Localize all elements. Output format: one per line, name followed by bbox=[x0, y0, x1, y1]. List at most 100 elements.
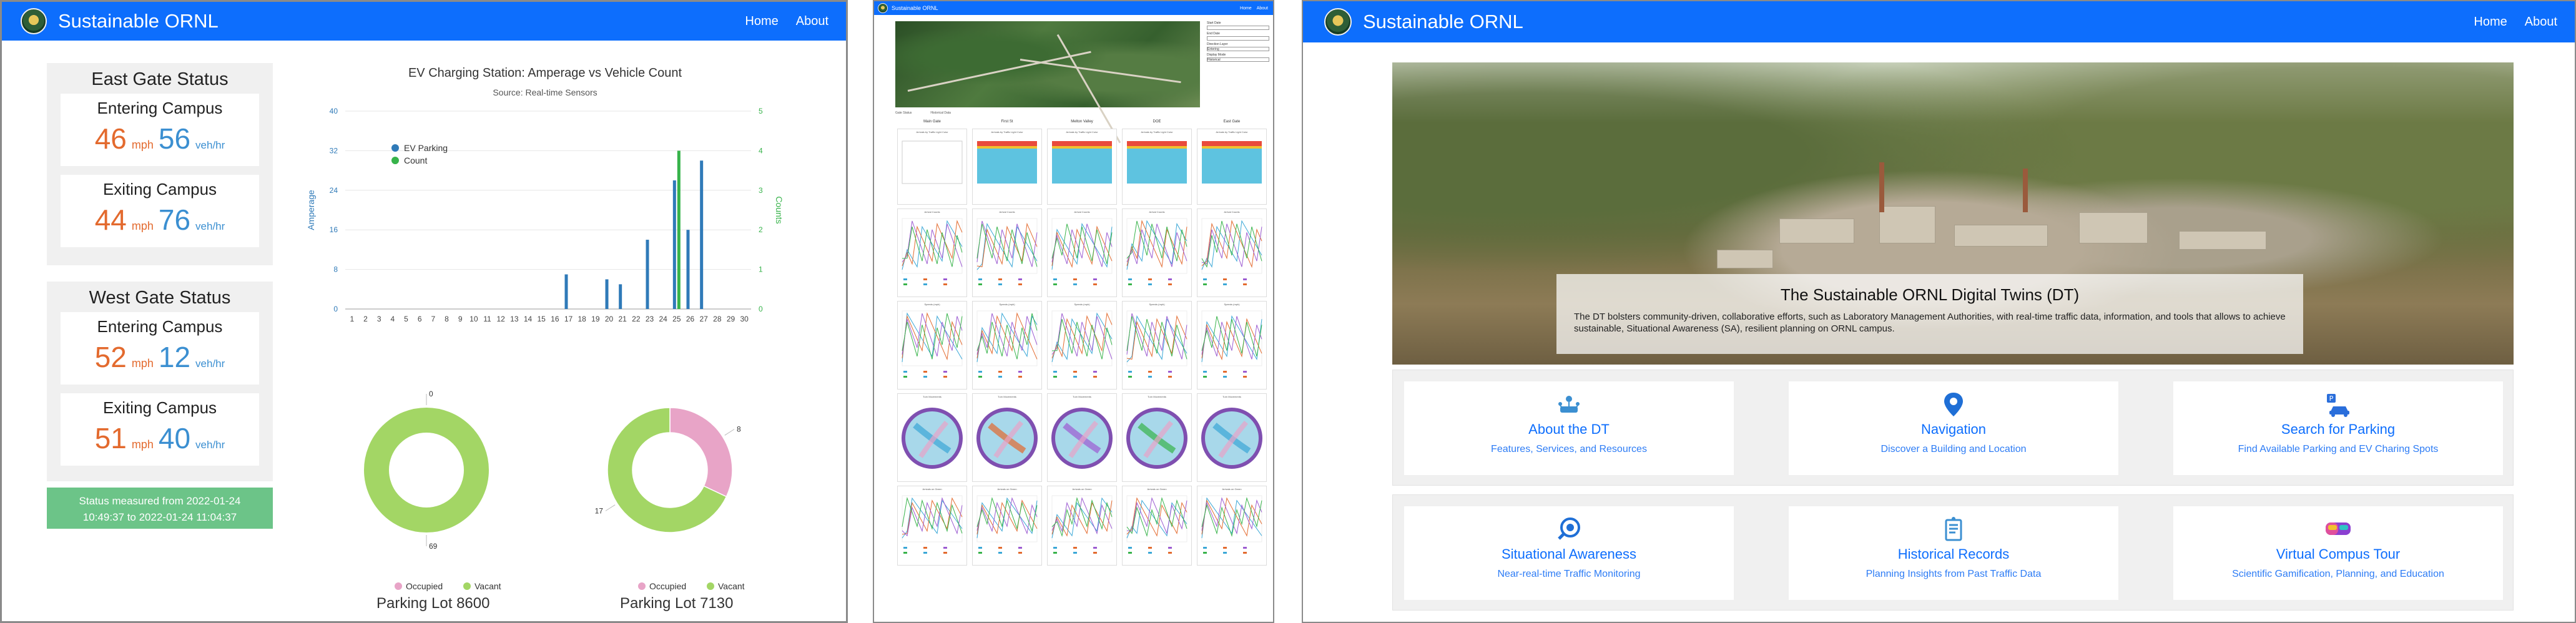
area-red bbox=[977, 141, 1037, 146]
mini-chart-title: Arrival Counts bbox=[924, 210, 940, 213]
east-entering-card: Entering Campus 46 mph 56 veh/hr bbox=[61, 94, 259, 166]
speed-value: 46 bbox=[94, 122, 127, 155]
nav-about-link[interactable]: About bbox=[2525, 15, 2557, 29]
mini-chart-title: Arrival Counts bbox=[1149, 210, 1165, 213]
doe-logo[interactable] bbox=[878, 3, 888, 13]
x-tick-label: 8 bbox=[445, 315, 449, 323]
start-date-label: Start Date bbox=[1207, 21, 1221, 25]
home-page-window: Sustainable ORNL Home About The Sustaina… bbox=[1302, 0, 2576, 623]
display-mode-select[interactable]: Historical bbox=[1207, 57, 1269, 62]
mini-chart: Arrivals on Green bbox=[897, 486, 967, 566]
x-tick-label: 28 bbox=[713, 315, 722, 323]
network-icon bbox=[1558, 396, 1580, 413]
legend-swatch bbox=[1128, 376, 1132, 378]
legend-swatch bbox=[903, 547, 907, 549]
tile-subtitle: Planning Insights from Past Traffic Data bbox=[1866, 569, 2042, 579]
x-tick-label: 2 bbox=[363, 315, 368, 323]
mini-chart-plot bbox=[902, 310, 963, 378]
start-date-input[interactable] bbox=[1207, 26, 1269, 30]
mini-chart-title: Turn Movements bbox=[923, 395, 941, 398]
status-line-1: Status measured from 2022-01-24 bbox=[79, 495, 241, 507]
legend-swatch bbox=[1223, 552, 1227, 554]
legend-swatch bbox=[1203, 371, 1207, 373]
mini-chart-plot bbox=[1201, 310, 1262, 378]
x-tick-label: 7 bbox=[431, 315, 435, 323]
x-tick-label: 15 bbox=[537, 315, 546, 323]
mini-chart-plot bbox=[1051, 218, 1113, 285]
x-tick-label: 29 bbox=[727, 315, 735, 323]
tile-title: Search for Parking bbox=[2281, 421, 2396, 437]
nav-home-link[interactable]: Home bbox=[1240, 6, 1252, 11]
direction-select[interactable]: Entering bbox=[1207, 47, 1269, 51]
satellite-map[interactable] bbox=[895, 21, 1200, 144]
tile-situational-awareness[interactable]: Situational Awareness Near-real-time Tra… bbox=[1404, 506, 1734, 600]
legend-swatch bbox=[1128, 371, 1132, 373]
legend-marker bbox=[395, 582, 402, 590]
mini-chart-plot bbox=[976, 218, 1038, 285]
tile-title: Virtual Compus Tour bbox=[2276, 546, 2401, 562]
speed-value: 51 bbox=[94, 422, 127, 454]
nav-about-link[interactable]: About bbox=[796, 14, 828, 29]
doe-logo[interactable] bbox=[21, 8, 47, 34]
hero-description: The DT bolsters community-driven, collab… bbox=[1574, 312, 2286, 334]
tile-virtual-tour[interactable]: Virtual Compus Tour Scientific Gamificat… bbox=[2173, 506, 2503, 600]
legend-swatch bbox=[1223, 547, 1227, 549]
mini-chart-plot bbox=[1126, 310, 1187, 378]
tile-navigation[interactable]: Navigation Discover a Building and Locat… bbox=[1789, 381, 2118, 475]
x-tick-label: 3 bbox=[377, 315, 381, 323]
end-date-input[interactable] bbox=[1207, 36, 1269, 41]
intersection-name: East Gate bbox=[1223, 120, 1241, 124]
series-line bbox=[902, 497, 963, 539]
building-shape bbox=[1879, 206, 1935, 243]
speed-unit: mph bbox=[131, 357, 154, 370]
legend-swatch bbox=[923, 283, 927, 285]
data-label: 69 bbox=[429, 542, 438, 551]
series-line bbox=[1201, 497, 1262, 539]
legend-swatch bbox=[1053, 371, 1057, 373]
legend-swatch bbox=[978, 371, 982, 373]
doe-logo[interactable] bbox=[1324, 8, 1352, 36]
nav-home-link[interactable]: Home bbox=[2474, 15, 2507, 29]
mini-chart-plot bbox=[1201, 408, 1262, 469]
tab-gate-status[interactable]: Gate Status bbox=[895, 111, 912, 115]
legend-swatch bbox=[998, 283, 1002, 285]
legend-swatch bbox=[943, 552, 947, 554]
brand-title[interactable]: Sustainable ORNL bbox=[892, 5, 938, 11]
mini-chart: Arrivals by Traffic Light Color bbox=[972, 129, 1042, 205]
legend-swatch bbox=[1018, 278, 1022, 280]
legend-swatch bbox=[903, 371, 907, 373]
mini-chart-plot bbox=[976, 310, 1038, 378]
legend-label: Vacant bbox=[474, 581, 501, 591]
nav-about-link[interactable]: About bbox=[1257, 6, 1268, 11]
legend-swatch bbox=[1203, 376, 1207, 378]
tile-historical-records[interactable]: Historical Records Planning Insights fro… bbox=[1789, 506, 2118, 600]
y-tick-label: 32 bbox=[330, 146, 338, 155]
tile-search-parking[interactable]: P Search for Parking Find Available Park… bbox=[2173, 381, 2503, 475]
mini-chart: Turn Movements bbox=[972, 393, 1042, 482]
tab-historical-data[interactable]: Historical Data bbox=[930, 111, 951, 115]
tile-about-dt[interactable]: About the DT Features, Services, and Res… bbox=[1404, 381, 1734, 475]
campus-aerial-photo: The Sustainable ORNL Digital Twins (DT) … bbox=[1392, 62, 2514, 365]
bar-ev-parking bbox=[646, 240, 649, 309]
nav-home-link[interactable]: Home bbox=[745, 14, 778, 29]
legend-swatch bbox=[1148, 547, 1152, 549]
legend-swatch bbox=[1053, 547, 1057, 549]
mini-chart-plot bbox=[902, 218, 963, 285]
mini-chart: Speeds (mph) bbox=[1047, 301, 1117, 390]
legend-label: Count bbox=[404, 155, 427, 165]
empty-plot bbox=[902, 140, 963, 184]
legend-swatch bbox=[1128, 278, 1132, 280]
x-tick-label: 9 bbox=[458, 315, 463, 323]
legend-swatch bbox=[923, 376, 927, 378]
mini-chart: Arrivals by Traffic Light Color bbox=[1122, 129, 1192, 205]
map-road bbox=[907, 51, 1091, 92]
legend-swatch bbox=[1168, 371, 1172, 373]
series-line bbox=[976, 497, 1038, 535]
building-shape bbox=[1779, 218, 1854, 243]
x-tick-label: 11 bbox=[483, 315, 491, 323]
legend-swatch bbox=[1128, 547, 1132, 549]
end-date-label: End Date bbox=[1207, 32, 1220, 36]
brand-title[interactable]: Sustainable ORNL bbox=[1363, 11, 1523, 33]
brand-title[interactable]: Sustainable ORNL bbox=[58, 10, 219, 32]
mini-chart: Turn Movements bbox=[897, 393, 967, 482]
